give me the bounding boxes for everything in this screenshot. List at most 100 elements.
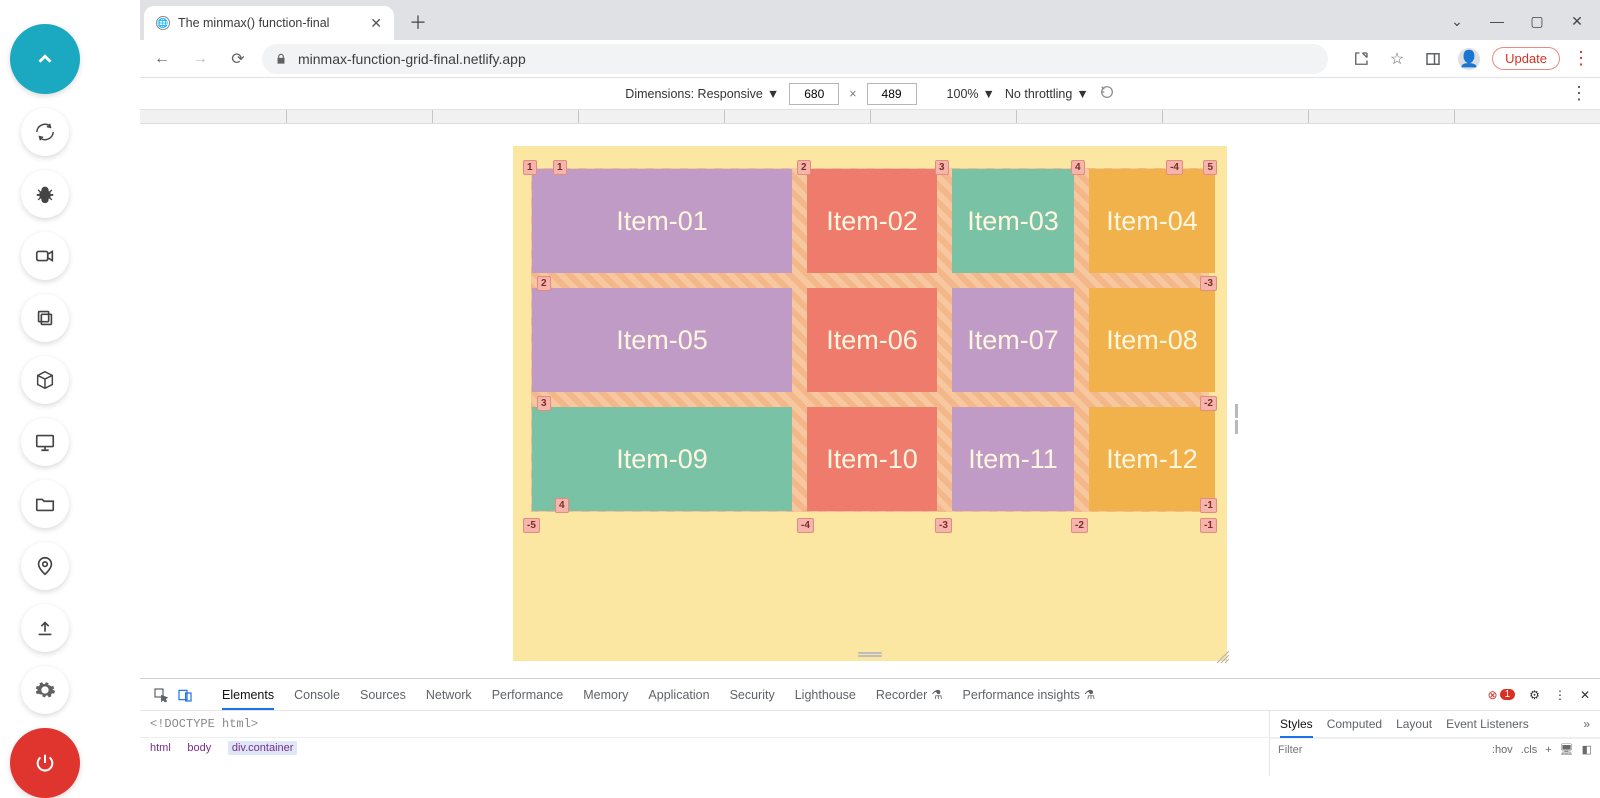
grid-line-badge: -3 (1200, 276, 1217, 291)
device-bar-menu[interactable]: ⋮ (1570, 83, 1588, 104)
grid-item: Item-08 (1089, 288, 1215, 392)
side-tab-styles[interactable]: Styles (1280, 717, 1313, 738)
location-icon[interactable] (21, 542, 69, 590)
device-viewport-area: 1 1 2 3 4 -4 5 2 3 4 -5 -3 -2 -1 -4 -3 -… (140, 124, 1600, 661)
grid-line-badge: 2 (537, 276, 551, 291)
favicon-icon: 🌐 (156, 16, 170, 30)
ruler (140, 110, 1600, 124)
devtools-close-button[interactable]: ✕ (1580, 688, 1590, 702)
viewport-bottom-handle[interactable] (858, 651, 882, 657)
devtools-tab-network[interactable]: Network (426, 688, 472, 702)
devtools-tab-perf-insights[interactable]: Performance insights ⚗ (963, 687, 1096, 702)
devtools-tab-console[interactable]: Console (294, 688, 340, 702)
cls-toggle[interactable]: .cls (1521, 744, 1538, 756)
devtools-tab-memory[interactable]: Memory (583, 688, 628, 702)
grid-line-badge: -4 (797, 518, 814, 533)
share-icon[interactable] (1348, 46, 1374, 72)
back-button[interactable]: ← (148, 45, 176, 73)
collapse-button[interactable] (10, 24, 80, 94)
monitor-icon[interactable] (21, 418, 69, 466)
devtools-tab-recorder[interactable]: Recorder ⚗ (876, 687, 943, 702)
rotate-button[interactable] (1099, 84, 1115, 103)
side-tab-layout[interactable]: Layout (1396, 717, 1432, 731)
dimensions-dropdown[interactable]: Dimensions: Responsive▼ (625, 87, 779, 101)
grid-line-badge: -3 (935, 518, 952, 533)
hov-toggle[interactable]: :hov (1492, 744, 1513, 756)
video-icon[interactable] (21, 232, 69, 280)
reload-button[interactable]: ⟳ (224, 45, 252, 73)
power-icon[interactable] (10, 728, 80, 798)
devtools-tab-security[interactable]: Security (730, 688, 775, 702)
tab-strip: 🌐 The minmax() function-final ✕ ＋ ⌄ — ▢ … (140, 0, 1600, 40)
close-window-button[interactable]: ✕ (1560, 8, 1594, 34)
side-tab-event-listeners[interactable]: Event Listeners (1446, 717, 1529, 731)
side-tab-computed[interactable]: Computed (1327, 717, 1382, 731)
panel-icon[interactable] (1420, 46, 1446, 72)
error-counter[interactable]: ⊗1 (1488, 688, 1516, 702)
browser-toolbar: ← → ⟳ minmax-function-grid-final.netlify… (140, 40, 1600, 78)
devtools-tab-performance[interactable]: Performance (492, 688, 564, 702)
grid-item: Item-03 (952, 169, 1074, 273)
grid-item: Item-09 (532, 407, 792, 511)
devtools-device-bar: Dimensions: Responsive▼ × 100%▼ No throt… (140, 78, 1600, 110)
devtools-tab-application[interactable]: Application (648, 688, 709, 702)
devtools-tab-lighthouse[interactable]: Lighthouse (795, 688, 856, 702)
close-tab-button[interactable]: ✕ (370, 15, 382, 32)
profile-button[interactable]: 👤 (1456, 46, 1482, 72)
dom-tree-panel[interactable]: <!DOCTYPE html> html body div.container (140, 711, 1270, 776)
viewport-height-input[interactable] (867, 83, 917, 105)
bug-icon[interactable] (21, 170, 69, 218)
gear-icon[interactable] (21, 666, 69, 714)
grid-item: Item-05 (532, 288, 792, 392)
css-grid: Item-01 Item-02 Item-03 Item-04 Item-05 … (531, 168, 1209, 512)
viewport-width-input[interactable] (789, 83, 839, 105)
styles-sidebar: Styles Computed Layout Event Listeners »… (1270, 711, 1600, 776)
devtools-tab-sources[interactable]: Sources (360, 688, 406, 702)
grid-item: Item-02 (807, 169, 937, 273)
folder-icon[interactable] (21, 480, 69, 528)
new-style-button[interactable]: + (1545, 744, 1551, 756)
side-tabs-overflow[interactable]: » (1583, 717, 1590, 731)
beaker-icon: ⚗ (1084, 687, 1095, 702)
minimize-button[interactable]: — (1480, 8, 1514, 34)
new-tab-button[interactable]: ＋ (404, 8, 432, 36)
toolbar-right: ☆ 👤 Update ⋮ (1348, 46, 1592, 72)
browser-chrome: 🌐 The minmax() function-final ✕ ＋ ⌄ — ▢ … (140, 0, 1600, 661)
url-bar[interactable]: minmax-function-grid-final.netlify.app (262, 44, 1328, 74)
bookmark-icon[interactable]: ☆ (1384, 46, 1410, 72)
floating-tool-rail (10, 24, 80, 798)
styles-filter-input[interactable] (1278, 744, 1420, 756)
grid-line-badge: 3 (935, 160, 949, 175)
doctype-line: <!DOCTYPE html> (140, 711, 1269, 737)
grid-line-badge: 4 (555, 498, 569, 513)
zoom-dropdown[interactable]: 100%▼ (947, 87, 995, 101)
viewport-resize-handle[interactable] (1235, 404, 1243, 434)
grid-item: Item-04 (1089, 169, 1215, 273)
grid-line-badge: 2 (797, 160, 811, 175)
devtools-kebab-icon[interactable]: ⋮ (1554, 688, 1566, 702)
devtools-tab-elements[interactable]: Elements (222, 688, 274, 710)
throttling-dropdown[interactable]: No throttling▼ (1005, 87, 1089, 101)
viewport-corner-handle[interactable] (1215, 649, 1229, 663)
devtools-panel: Elements Console Sources Network Perform… (140, 678, 1600, 776)
toggle-device-button[interactable] (176, 686, 194, 704)
copy-icon[interactable] (21, 294, 69, 342)
sync-icon[interactable] (21, 108, 69, 156)
device-icon[interactable]: 🖥 (1560, 743, 1574, 756)
maximize-button[interactable]: ▢ (1520, 8, 1554, 34)
inspect-element-button[interactable] (152, 686, 170, 704)
browser-tab[interactable]: 🌐 The minmax() function-final ✕ (144, 6, 394, 40)
panel-split-icon[interactable]: ◧ (1582, 743, 1592, 756)
grid-line-badge: 1 (553, 160, 567, 175)
grid-container: 1 1 2 3 4 -4 5 2 3 4 -5 -3 -2 -1 -4 -3 -… (531, 168, 1209, 512)
chevron-down-icon[interactable]: ⌄ (1440, 8, 1474, 34)
grid-item: Item-06 (807, 288, 937, 392)
upload-icon[interactable] (21, 604, 69, 652)
update-button[interactable]: Update (1492, 47, 1560, 70)
devtools-gear-icon[interactable]: ⚙ (1529, 688, 1540, 702)
box-icon[interactable] (21, 356, 69, 404)
forward-button[interactable]: → (186, 45, 214, 73)
dom-breadcrumb[interactable]: html body div.container (140, 737, 1269, 759)
url-text: minmax-function-grid-final.netlify.app (298, 51, 526, 67)
chrome-menu-button[interactable]: ⋮ (1570, 48, 1592, 69)
